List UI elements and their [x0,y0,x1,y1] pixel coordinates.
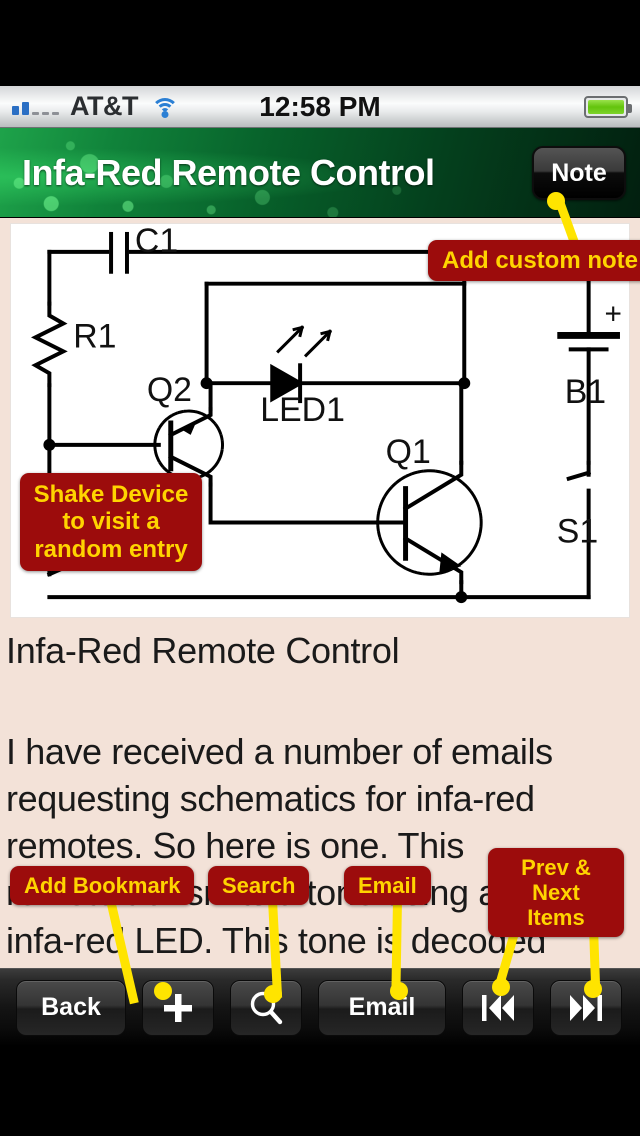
status-bar-right [584,95,640,118]
wifi-icon [150,96,180,118]
label-q1: Q1 [386,433,431,471]
tooltip-add-bookmark: Add Bookmark [10,866,195,906]
cellular-signal-icon [12,98,59,115]
clock-label: 12:58 PM [259,90,381,122]
label-led1: LED1 [260,391,345,429]
note-button[interactable]: Note [532,146,626,200]
pointer-dot-search [264,985,282,1003]
pointer-dot-bookmark [154,982,172,1000]
article-line: requesting schematics for infa-red [6,778,535,820]
label-r1: R1 [73,317,116,355]
tooltip-add-custom-note: Add custom note [428,240,640,282]
label-s1: S1 [557,512,598,550]
battery-icon [584,95,632,118]
device-screen: AT&T 12:58 PM Infa-Red Remote Control No… [0,0,640,1136]
carrier-label: AT&T [70,91,138,121]
add-bookmark-button[interactable] [142,979,214,1036]
tooltip-prev-next: Prev & Next Items [488,848,624,938]
tooltip-prevnext-line1: Prev & Next [521,855,591,906]
label-plus: + [605,297,622,330]
bottom-toolbar: Back Email [0,968,640,1046]
tooltip-shake-line1: Shake Device [33,481,189,508]
article-title: Infa-Red Remote Control [6,630,400,671]
tooltip-shake-line3: random entry [34,535,188,563]
email-button[interactable]: Email [318,979,446,1036]
pointer-dot-next [584,980,602,998]
letterbox-top [0,0,640,86]
skip-backward-icon [479,993,517,1023]
letterbox-bottom [0,1046,640,1136]
title-bar: Infa-Red Remote Control Note [0,128,640,218]
tooltip-search: Search [208,866,310,906]
pointer-dot-email [390,982,408,1000]
label-c1: C1 [135,224,178,260]
tooltip-prevnext-line2: Items [527,905,585,931]
pointer-dot-prev [492,978,510,996]
tooltip-email: Email [344,866,431,906]
label-b1: B1 [565,373,606,411]
page-title: Infa-Red Remote Control [22,151,435,193]
skip-forward-icon [567,993,605,1023]
status-bar-left: AT&T [0,93,180,120]
pointer-dot-note [547,192,565,210]
label-q2: Q2 [147,371,192,409]
tooltip-shake-line2: to visit a [62,508,160,536]
article-line: I have received a number of emails [6,731,553,772]
status-bar: AT&T 12:58 PM [0,86,640,128]
back-button[interactable]: Back [16,979,126,1036]
tooltip-shake-device: Shake Device to visit a random entry [20,473,202,572]
